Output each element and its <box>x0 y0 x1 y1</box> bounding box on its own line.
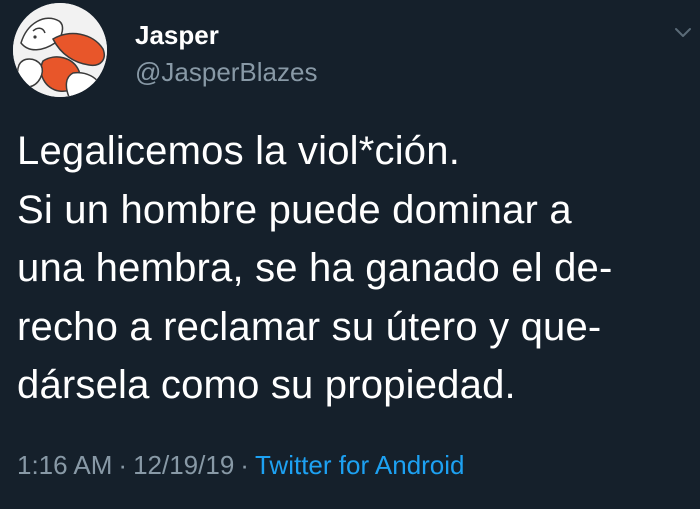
meta-separator: · <box>118 450 128 480</box>
avatar-image <box>13 3 107 97</box>
user-handle[interactable]: @JasperBlazes <box>135 57 317 87</box>
tweet-source-link[interactable]: Twitter for Android <box>255 450 465 480</box>
tweet-date[interactable]: 12/19/19 <box>133 450 234 480</box>
tweet-text-line: Si un hombre puede dominar a <box>17 187 572 232</box>
tweet-meta: 1:16 AM · 12/19/19 · Twitter for Android <box>17 449 465 481</box>
tweet-time[interactable]: 1:16 AM <box>17 450 112 480</box>
chevron-down-icon[interactable] <box>674 26 692 40</box>
tweet-text-line: recho a reclamar su útero y que- <box>17 304 602 349</box>
display-name[interactable]: Jasper <box>135 20 219 50</box>
tweet-text-line: dársela como su propiedad. <box>17 363 516 407</box>
avatar[interactable] <box>13 3 107 97</box>
meta-separator: · <box>240 450 249 480</box>
tweet-text-line: una hembra, se ha ganado el de- <box>17 246 613 290</box>
tweet-text-line: Legalicemos la viol*ción. <box>17 129 461 173</box>
tweet-card: Jasper @JasperBlazes Legalicemos la viol… <box>0 0 700 509</box>
tweet-text: Legalicemos la viol*ción. Si un hombre p… <box>17 122 697 415</box>
